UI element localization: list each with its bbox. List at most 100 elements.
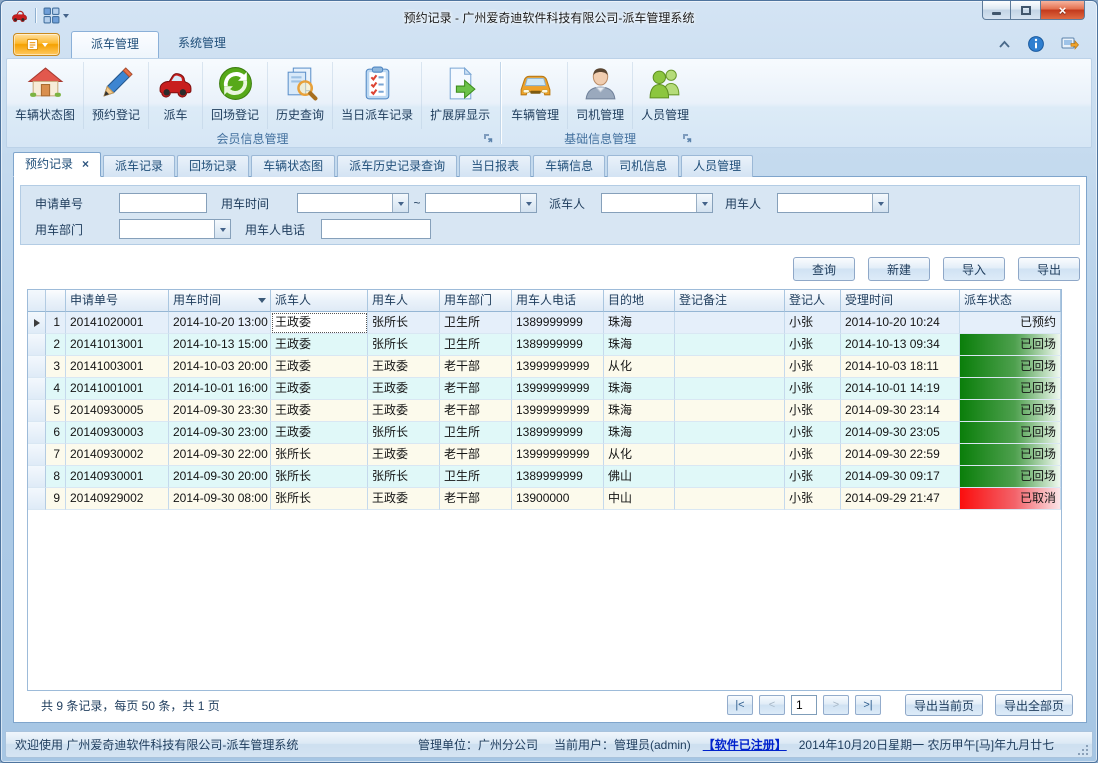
- page-number-input[interactable]: [791, 695, 817, 715]
- column-header-registrar[interactable]: 登记人: [785, 290, 841, 312]
- cell-dept[interactable]: 卫生所: [440, 312, 512, 334]
- cell-destination[interactable]: 珠海: [604, 422, 675, 444]
- doc-tab-8[interactable]: 人员管理: [681, 155, 753, 177]
- cell-dispatcher[interactable]: 王政委: [271, 312, 368, 334]
- cell-order_no[interactable]: 20141020001: [66, 312, 169, 334]
- cell-dispatcher[interactable]: 张所长: [271, 466, 368, 488]
- cell-registrar[interactable]: 小张: [785, 312, 841, 334]
- dialog-launcher-icon[interactable]: [681, 132, 693, 144]
- cell-use_time[interactable]: 2014-09-30 08:00: [169, 488, 271, 510]
- chevron-down-icon[interactable]: [696, 194, 712, 212]
- chevron-down-icon[interactable]: [520, 194, 536, 212]
- cell-order_no[interactable]: 20141003001: [66, 356, 169, 378]
- cell-order_no[interactable]: 20140930002: [66, 444, 169, 466]
- column-header-accept_time[interactable]: 受理时间: [841, 290, 960, 312]
- cell-user[interactable]: 王政委: [368, 356, 440, 378]
- cell-phone[interactable]: 1389999999: [512, 466, 604, 488]
- cell-remark[interactable]: [675, 356, 785, 378]
- doc-tab-4[interactable]: 派车历史记录查询: [337, 155, 457, 177]
- cell-user[interactable]: 王政委: [368, 488, 440, 510]
- cell-remark[interactable]: [675, 422, 785, 444]
- cell-dispatcher[interactable]: 张所长: [271, 488, 368, 510]
- close-button[interactable]: ×: [1040, 1, 1085, 20]
- resize-grip[interactable]: [1076, 743, 1090, 757]
- chevron-down-icon[interactable]: [392, 194, 408, 212]
- cell-remark[interactable]: [675, 488, 785, 510]
- cell-user[interactable]: 王政委: [368, 400, 440, 422]
- chevron-down-icon[interactable]: [214, 220, 230, 238]
- cell-registrar[interactable]: 小张: [785, 488, 841, 510]
- column-header-user[interactable]: 用车人: [368, 290, 440, 312]
- order-no-input[interactable]: [119, 193, 207, 213]
- cell-remark[interactable]: [675, 466, 785, 488]
- personnel-manage-button[interactable]: 人员管理: [633, 62, 697, 129]
- cell-status[interactable]: 已回场: [960, 444, 1061, 466]
- cell-registrar[interactable]: 小张: [785, 466, 841, 488]
- next-page-button[interactable]: >: [823, 695, 849, 715]
- ribbon-tab-0[interactable]: 派车管理: [71, 31, 159, 58]
- table-row-1[interactable]: 1201410200012014-10-20 13:00王政委张所长卫生所138…: [28, 312, 1061, 334]
- dept-select[interactable]: [119, 219, 231, 239]
- cell-registrar[interactable]: 小张: [785, 400, 841, 422]
- cell-accept_time[interactable]: 2014-10-13 09:34: [841, 334, 960, 356]
- cell-dept[interactable]: 老干部: [440, 400, 512, 422]
- export-all-pages-button[interactable]: 导出全部页: [995, 694, 1073, 716]
- cell-registrar[interactable]: 小张: [785, 422, 841, 444]
- close-tab-icon[interactable]: ×: [82, 157, 89, 171]
- cell-order_no[interactable]: 20140930001: [66, 466, 169, 488]
- use-time-to-select[interactable]: [425, 193, 537, 213]
- quick-layout-button[interactable]: [43, 7, 69, 24]
- cell-dept[interactable]: 卫生所: [440, 334, 512, 356]
- cell-remark[interactable]: [675, 444, 785, 466]
- cell-use_time[interactable]: 2014-10-20 13:00: [169, 312, 271, 334]
- cell-destination[interactable]: 珠海: [604, 378, 675, 400]
- first-page-button[interactable]: |<: [727, 695, 753, 715]
- cell-status[interactable]: 已回场: [960, 422, 1061, 444]
- cell-use_time[interactable]: 2014-09-30 20:00: [169, 466, 271, 488]
- column-header-order_no[interactable]: 申请单号: [66, 290, 169, 312]
- cell-user[interactable]: 王政委: [368, 444, 440, 466]
- license-status-link[interactable]: 【软件已注册】: [703, 736, 787, 753]
- cell-dispatcher[interactable]: 王政委: [271, 334, 368, 356]
- cell-phone[interactable]: 13900000: [512, 488, 604, 510]
- cell-dept[interactable]: 老干部: [440, 356, 512, 378]
- driver-manage-button[interactable]: 司机管理: [568, 62, 633, 129]
- cell-order_no[interactable]: 20140930005: [66, 400, 169, 422]
- cell-dispatcher[interactable]: 王政委: [271, 378, 368, 400]
- cell-remark[interactable]: [675, 312, 785, 334]
- cell-order_no[interactable]: 20141001001: [66, 378, 169, 400]
- cell-registrar[interactable]: 小张: [785, 334, 841, 356]
- cell-status[interactable]: 已预约: [960, 312, 1061, 334]
- info-icon[interactable]: [1028, 36, 1044, 52]
- cell-destination[interactable]: 从化: [604, 444, 675, 466]
- cell-destination[interactable]: 中山: [604, 488, 675, 510]
- table-row-7[interactable]: 7201409300022014-09-30 22:00张所长王政委老干部139…: [28, 444, 1061, 466]
- cell-user[interactable]: 张所长: [368, 466, 440, 488]
- export-current-page-button[interactable]: 导出当前页: [905, 694, 983, 716]
- dispatch-button[interactable]: 派车: [149, 62, 203, 129]
- cell-dept[interactable]: 老干部: [440, 488, 512, 510]
- cell-dept[interactable]: 卫生所: [440, 466, 512, 488]
- column-header-use_time[interactable]: 用车时间: [169, 290, 271, 312]
- cell-status[interactable]: 已取消: [960, 488, 1061, 510]
- history-query-button[interactable]: 历史查询: [268, 62, 333, 129]
- ribbon-tab-1[interactable]: 系统管理: [159, 31, 245, 58]
- cell-phone[interactable]: 13999999999: [512, 400, 604, 422]
- cell-phone[interactable]: 1389999999: [512, 312, 604, 334]
- cell-destination[interactable]: 珠海: [604, 400, 675, 422]
- cell-phone[interactable]: 1389999999: [512, 422, 604, 444]
- table-row-8[interactable]: 8201409300012014-09-30 20:00张所长张所长卫生所138…: [28, 466, 1061, 488]
- column-header-destination[interactable]: 目的地: [604, 290, 675, 312]
- cell-remark[interactable]: [675, 334, 785, 356]
- cell-use_time[interactable]: 2014-10-13 15:00: [169, 334, 271, 356]
- reservation-register-button[interactable]: 预约登记: [84, 62, 149, 129]
- table-row-5[interactable]: 5201409300052014-09-30 23:30王政委王政委老干部139…: [28, 400, 1061, 422]
- cell-user[interactable]: 张所长: [368, 334, 440, 356]
- application-menu-button[interactable]: [13, 33, 60, 56]
- cell-remark[interactable]: [675, 400, 785, 422]
- cell-accept_time[interactable]: 2014-09-30 23:05: [841, 422, 960, 444]
- doc-tab-0[interactable]: 预约记录×: [13, 152, 101, 177]
- cell-phone[interactable]: 13999999999: [512, 356, 604, 378]
- cell-dispatcher[interactable]: 王政委: [271, 356, 368, 378]
- vehicle-status-map-button[interactable]: 车辆状态图: [7, 62, 84, 129]
